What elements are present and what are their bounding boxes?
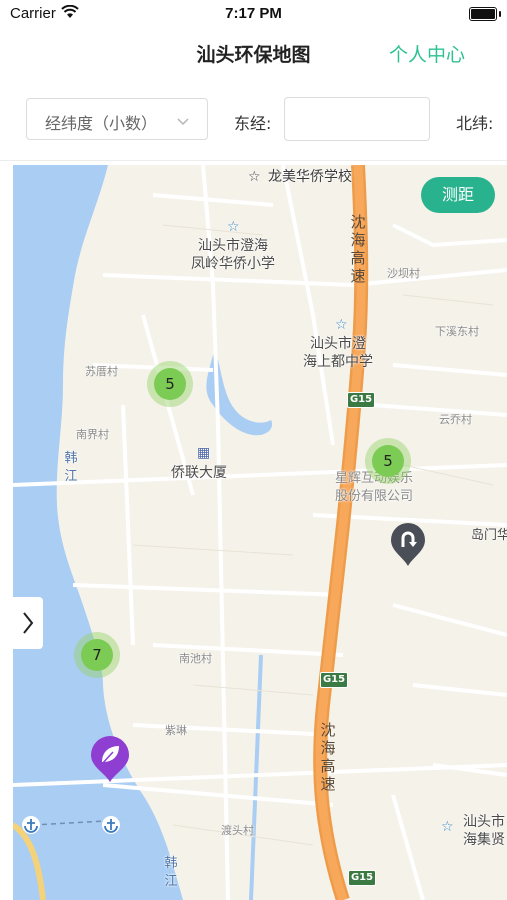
east-longitude-input[interactable] (284, 97, 430, 141)
river-label: 韩江 (64, 451, 78, 484)
north-latitude-label: 北纬: (456, 114, 494, 133)
school-icon: ☆ (248, 169, 261, 185)
chevron-down-icon (177, 111, 189, 130)
highway-label: 沈海高速 (320, 721, 336, 793)
poi-company-line2: 股份有限公司 (335, 489, 414, 504)
cluster-count: 5 (372, 445, 404, 477)
nav-bar: 汕头环保地图 个人中心 (0, 28, 507, 78)
village-label: 南池村 (179, 652, 212, 665)
map-view[interactable]: ☆ 龙美华侨学校 ☆ 汕头市澄海 凤岭华侨小学 ☆ 汕头市澄 海上都中学 ▦ 侨… (13, 165, 507, 900)
personal-center-button[interactable]: 个人中心 (389, 40, 465, 67)
poi-bottom-right-line2: 海集贤 (463, 832, 505, 848)
status-time: 7:17 PM (225, 5, 282, 22)
village-label: 渡头村 (221, 824, 254, 837)
g15-shield: G15 (348, 870, 376, 886)
river-label: 韩江 (164, 856, 178, 889)
measure-distance-button[interactable]: 测距 (421, 177, 495, 213)
poi-longmei-school[interactable]: 龙美华侨学校 (268, 168, 352, 186)
school-icon: ☆ (335, 317, 348, 333)
cluster-count: 7 (81, 639, 113, 671)
cluster-count: 5 (154, 368, 186, 400)
village-label: 南界村 (76, 428, 109, 441)
coord-format-value: 经纬度（小数） (45, 114, 158, 133)
poi-shangdu-school-line2: 海上都中学 (303, 354, 373, 370)
map-cluster-marker[interactable]: 5 (365, 438, 411, 484)
school-icon: ☆ (441, 819, 454, 835)
map-cluster-marker[interactable]: 5 (147, 361, 193, 407)
chevron-right-icon (23, 612, 34, 634)
status-bar: Carrier 7:17 PM (0, 0, 507, 28)
building-icon: ▦ (197, 445, 211, 461)
village-label: 下溪东村 (435, 325, 479, 338)
village-label: 紫琳 (165, 724, 187, 737)
poi-bottom-right-line1: 汕头市 (463, 814, 505, 830)
east-longitude-label: 东经: (234, 114, 272, 133)
coord-format-select[interactable]: 经纬度（小数） (26, 98, 208, 140)
poi-fengling-school-line1: 汕头市澄海 (198, 238, 268, 254)
school-icon: ☆ (227, 219, 240, 235)
poi-shangdu-school-line1: 汕头市澄 (310, 336, 366, 352)
village-label: 苏厝村 (85, 365, 118, 378)
poi-fengling-school-line2: 凤岭华侨小学 (191, 256, 275, 272)
village-label: 云乔村 (439, 413, 472, 426)
poi-shangdu-school[interactable]: 汕头市澄 海上都中学 (303, 335, 373, 371)
coordinate-filter-bar: 经纬度（小数） 东经: 北纬: (0, 88, 507, 161)
village-label: 岛门华 (471, 528, 507, 543)
poi-qiaolian-building[interactable]: 侨联大厦 (171, 464, 227, 482)
battery-icon (469, 7, 501, 21)
g15-shield: G15 (347, 392, 375, 408)
village-label: 沙坝村 (387, 267, 420, 280)
poi-fengling-school[interactable]: 汕头市澄海 凤岭华侨小学 (191, 237, 275, 273)
map-base-layer (13, 165, 507, 900)
poi-bottom-right[interactable]: 汕头市 海集贤 (463, 813, 505, 849)
g15-shield: G15 (320, 672, 348, 688)
map-cluster-marker[interactable]: 7 (74, 632, 120, 678)
highway-label: 沈海高速 (350, 213, 366, 285)
side-panel-toggle[interactable] (13, 597, 43, 649)
